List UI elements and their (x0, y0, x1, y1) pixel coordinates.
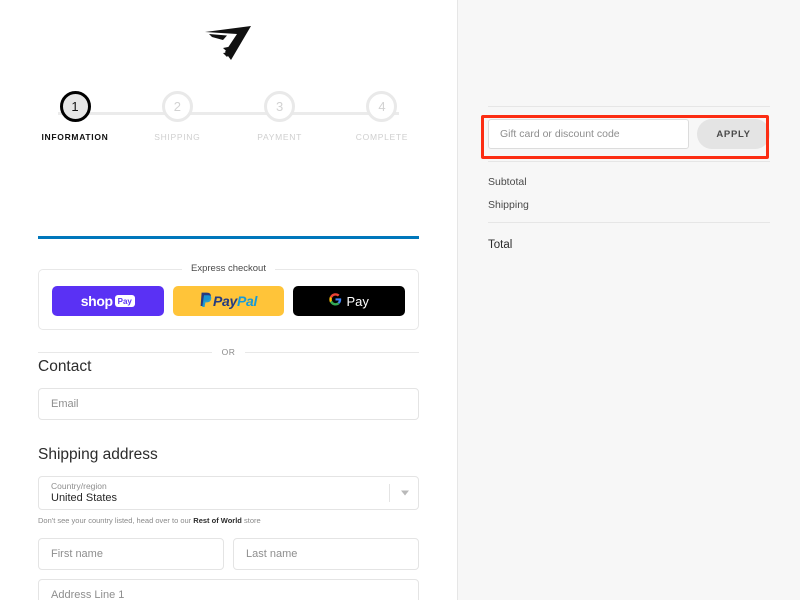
apply-discount-button[interactable]: APPLY (697, 119, 770, 149)
google-g-icon (329, 293, 342, 309)
step-label-payment: PAYMENT (257, 132, 303, 142)
country-hint: Don't see your country listed, head over… (38, 516, 419, 526)
country-hint-prefix: Don't see your country listed, head over… (38, 516, 194, 525)
country-region-value: United States (51, 492, 118, 505)
express-checkout-panel: Express checkout shop Pay PayPal Pay (38, 263, 419, 330)
express-checkout-title: Express checkout (182, 263, 275, 274)
shipping-label: Shipping (488, 199, 529, 211)
total-row: Total (488, 239, 770, 251)
summary-total-divider (488, 222, 770, 223)
step-number-1: 1 (59, 91, 91, 122)
contact-section-title: Contact (38, 358, 92, 375)
or-divider: OR (38, 347, 419, 357)
order-totals: Subtotal Shipping Total (488, 162, 770, 251)
checkout-form: Contact Email Shipping address Country/r… (38, 358, 419, 600)
first-name-field[interactable]: First name (38, 537, 224, 570)
google-pay-label: Pay (346, 293, 369, 309)
express-checkout-legend: Express checkout (39, 263, 418, 274)
address-line-1-field[interactable]: Address Line 1 (38, 578, 419, 600)
step-number-4: 4 (366, 91, 398, 122)
shop-pay-label: shop (80, 293, 113, 309)
discount-code-placeholder: Gift card or discount code (500, 128, 620, 140)
last-name-field[interactable]: Last name (233, 537, 419, 570)
discount-code-row: Gift card or discount code APPLY (488, 107, 770, 161)
address-line-1-placeholder: Address Line 1 (51, 588, 125, 600)
page-loading-bar (38, 236, 419, 239)
paypal-icon (200, 292, 213, 310)
stepper-step-complete[interactable]: 4 COMPLETE (337, 91, 427, 142)
stepper-step-payment[interactable]: 3 PAYMENT (235, 91, 325, 142)
google-pay-button[interactable]: Pay (293, 286, 406, 316)
checkout-main-column: 1 INFORMATION 2 SHIPPING 3 PAYMENT 4 COM… (0, 0, 457, 600)
shipping-row: Shipping (488, 199, 770, 211)
step-label-shipping: SHIPPING (154, 132, 201, 142)
first-name-placeholder: First name (51, 547, 103, 560)
shop-pay-button[interactable]: shop Pay (52, 286, 164, 316)
logo-container (0, 0, 457, 77)
subtotal-row: Subtotal (488, 176, 770, 188)
subtotal-label: Subtotal (488, 176, 527, 188)
step-label-information: INFORMATION (41, 132, 109, 142)
checkout-page: 1 INFORMATION 2 SHIPPING 3 PAYMENT 4 COM… (0, 0, 800, 600)
select-separator (389, 484, 390, 502)
discount-code-input[interactable]: Gift card or discount code (488, 119, 689, 149)
shipping-address-section-title: Shipping address (38, 446, 158, 463)
rest-of-world-link[interactable]: Rest of World (193, 516, 242, 525)
stepper-step-information[interactable]: 1 INFORMATION (30, 91, 120, 142)
paypal-button[interactable]: PayPal (172, 286, 285, 316)
order-summary-panel: Gift card or discount code APPLY Subtota… (457, 0, 800, 600)
country-region-select[interactable]: Country/region United States (38, 476, 419, 510)
last-name-placeholder: Last name (246, 547, 298, 560)
paypal-label: PayPal (212, 293, 258, 309)
country-hint-suffix: store (241, 516, 261, 525)
country-region-label: Country/region (51, 480, 107, 491)
or-divider-line-right (245, 351, 419, 353)
email-field[interactable]: Email (38, 388, 419, 420)
total-label: Total (488, 239, 513, 251)
stepper-step-shipping[interactable]: 2 SHIPPING (132, 91, 222, 142)
gymshark-logo-icon[interactable] (203, 22, 255, 67)
shop-pay-badge: Pay (114, 295, 135, 307)
step-label-complete: COMPLETE (355, 132, 409, 142)
checkout-stepper: 1 INFORMATION 2 SHIPPING 3 PAYMENT 4 COM… (30, 91, 427, 153)
email-placeholder: Email (51, 398, 79, 410)
or-divider-line-left (38, 351, 212, 353)
step-number-2: 2 (161, 91, 193, 122)
chevron-down-icon[interactable] (401, 490, 409, 496)
or-divider-label: OR (221, 347, 236, 357)
step-number-3: 3 (264, 91, 296, 122)
